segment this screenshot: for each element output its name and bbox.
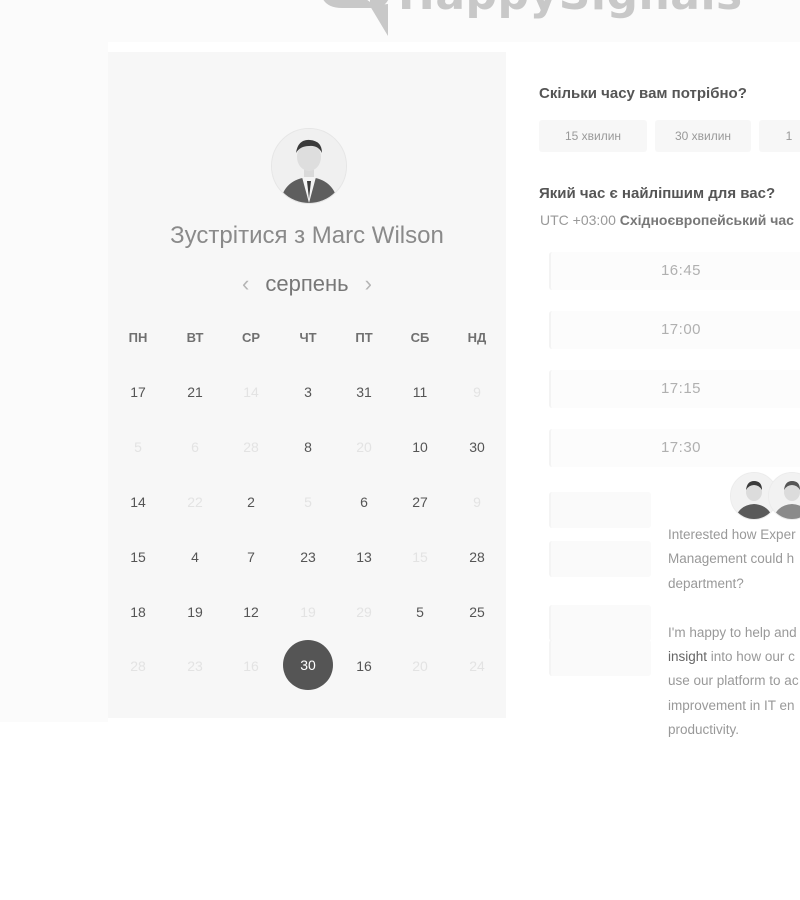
day-cell-unavailable: 5: [304, 494, 312, 510]
day-cell-unavailable: 9: [473, 494, 481, 510]
day-cell-unavailable: 20: [356, 439, 372, 455]
day-cell-unavailable: 29: [356, 604, 372, 620]
day-cell[interactable]: 10: [392, 437, 448, 457]
time-slot[interactable]: 16:45: [549, 252, 800, 290]
chat-line-text: department?: [668, 575, 744, 591]
chat-line: insight into how our c: [668, 645, 800, 669]
time-slot[interactable]: 17:00: [549, 311, 800, 349]
weekday-label: ЧТ: [299, 330, 317, 345]
day-cell[interactable]: 15: [110, 547, 166, 567]
day-cell[interactable]: 30: [449, 437, 505, 457]
meeting-title: Зустрітися з Marc Wilson: [170, 222, 444, 249]
duration-question: Скільки часу вам потрібно?: [539, 85, 747, 102]
day-cell[interactable]: 3: [280, 382, 336, 402]
day-cell[interactable]: 25: [449, 602, 505, 622]
duration-option-60[interactable]: 1: [759, 120, 800, 152]
time-slot-hidden: [549, 640, 651, 676]
day-cell[interactable]: 28: [449, 547, 505, 567]
day-cell[interactable]: 31: [336, 382, 392, 402]
chat-line: productivity.: [668, 718, 800, 742]
weekday-label: СР: [241, 330, 261, 345]
time-slot-hidden: [549, 541, 651, 577]
chat-agent-avatar: [768, 472, 800, 520]
time-slot-hidden: [549, 605, 651, 641]
day-cell[interactable]: 12: [223, 602, 279, 622]
timezone-offset: UTC +03:00: [540, 212, 616, 228]
weekday-label: ПТ: [355, 330, 373, 345]
chat-line-text: productivity.: [668, 722, 740, 738]
day-cell[interactable]: 13: [336, 547, 392, 567]
day-cell-unavailable: 16: [243, 658, 259, 674]
day-cell-unavailable: 28: [130, 658, 146, 674]
day-cell[interactable]: 14: [110, 492, 166, 512]
timezone-name: Східноєвропейський час: [619, 212, 794, 228]
chat-line: Management could h: [668, 547, 800, 571]
prev-month-chevron-icon[interactable]: ‹: [232, 270, 259, 298]
day-cell-unavailable: 28: [243, 439, 259, 455]
day-cell-unavailable: 15: [412, 549, 428, 565]
chat-line-text: Management could h: [668, 551, 795, 567]
day-cell[interactable]: 8: [280, 437, 336, 457]
next-month-chevron-icon[interactable]: ›: [355, 270, 382, 298]
selected-day[interactable]: 30: [283, 640, 333, 690]
weekday-label: ВТ: [186, 330, 204, 345]
day-cell[interactable]: 16: [336, 656, 392, 676]
day-cell-unavailable: 24: [469, 658, 485, 674]
day-cell-unavailable: 6: [191, 439, 199, 455]
chat-line-text: Interested how Exper: [668, 527, 796, 542]
day-cell[interactable]: 11: [392, 382, 448, 402]
timezone-label[interactable]: UTC +03:00 Східноєвропейський час: [540, 212, 794, 228]
day-cell-unavailable: 20: [412, 658, 428, 674]
weekday-label: ПН: [128, 330, 148, 345]
chat-line-text: use our platform to ac: [668, 673, 799, 689]
month-navigation: ‹ серпень ›: [108, 268, 506, 300]
day-cell-unavailable: 5: [134, 439, 142, 455]
chat-line: use our platform to ac: [668, 669, 800, 693]
left-backdrop: [0, 42, 108, 722]
day-cell[interactable]: 19: [167, 602, 223, 622]
day-cell[interactable]: 21: [167, 382, 223, 402]
speech-bubble-logo-icon: [318, 0, 392, 36]
chat-line: improvement in IT en: [668, 694, 800, 718]
logo-text: HappySignals: [398, 0, 743, 17]
day-cell[interactable]: 5: [392, 602, 448, 622]
chat-line: department?: [668, 572, 800, 596]
day-cell[interactable]: 17: [110, 382, 166, 402]
day-cell-unavailable: 9: [473, 384, 481, 400]
day-cell[interactable]: 18: [110, 602, 166, 622]
day-cell-unavailable: 19: [300, 604, 316, 620]
day-cell[interactable]: 23: [280, 547, 336, 567]
day-cell-unavailable: 23: [187, 658, 203, 674]
chat-line: Interested how Exper: [668, 523, 800, 547]
day-cell[interactable]: 2: [223, 492, 279, 512]
happysignals-logo: HappySignals: [318, 0, 743, 36]
weekday-label: НД: [467, 330, 487, 345]
day-cell-unavailable: 22: [187, 494, 203, 510]
day-cell-unavailable: 14: [243, 384, 259, 400]
chat-line-text: improvement in IT en: [668, 697, 795, 713]
chat-line-text: into how our c: [707, 649, 795, 664]
month-label: серпень: [265, 271, 349, 296]
time-slot[interactable]: 17:15: [549, 370, 800, 408]
time-slot-hidden: [549, 492, 651, 528]
chat-line-text: I'm happy to help and: [668, 624, 797, 640]
time-question: Який час є найліпшим для вас?: [539, 185, 776, 202]
day-cell[interactable]: 7: [223, 547, 279, 567]
weekday-label: СБ: [410, 330, 430, 345]
time-slot[interactable]: 17:30: [549, 429, 800, 467]
day-cell[interactable]: 27: [392, 492, 448, 512]
chat-line: I'm happy to help and: [668, 621, 800, 645]
duration-option-30[interactable]: 30 хвилин: [655, 120, 751, 152]
duration-option-15[interactable]: 15 хвилин: [539, 120, 647, 152]
day-cell[interactable]: 4: [167, 547, 223, 567]
chat-highlight: insight: [668, 649, 708, 664]
day-cell[interactable]: 6: [336, 492, 392, 512]
host-avatar: [271, 128, 347, 204]
